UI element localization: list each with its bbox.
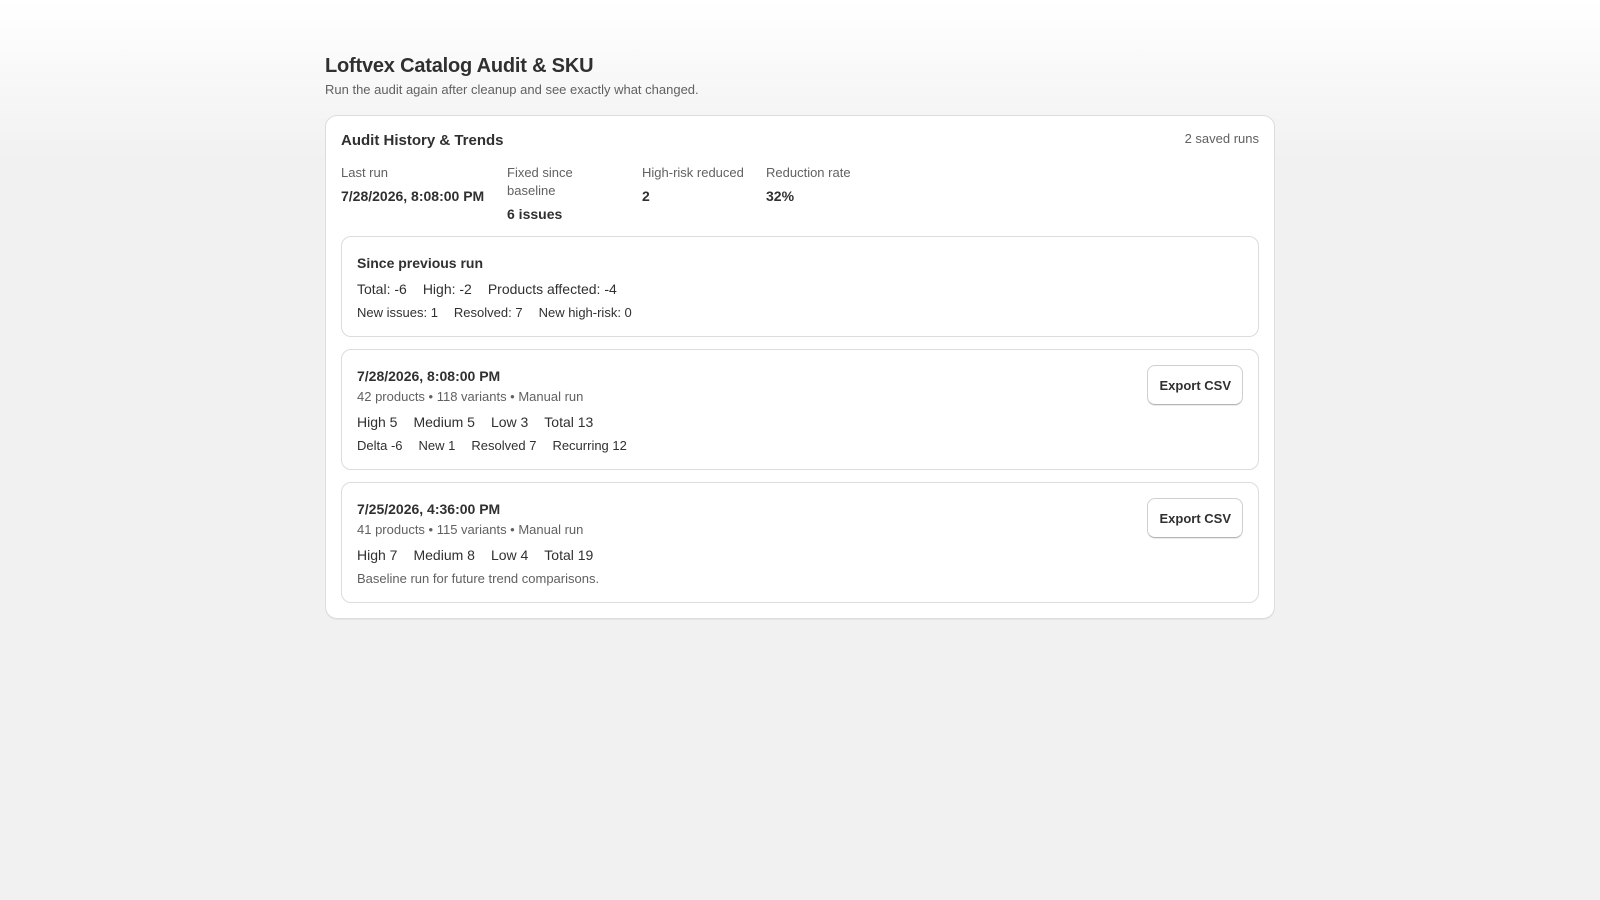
run-meta: 41 products • 115 variants • Manual run	[357, 522, 584, 537]
high-delta: High: -2	[422, 281, 472, 297]
products-affected-delta: Products affected: -4	[487, 281, 617, 297]
resolved-count: Resolved: 7	[453, 305, 523, 320]
export-csv-button[interactable]: Export CSV	[1147, 365, 1243, 405]
medium-count: Medium 8	[413, 547, 475, 563]
total-count: Total 13	[544, 414, 594, 430]
delta-summary-row: Total: -6 High: -2 Products affected: -4	[357, 279, 1243, 299]
run-meta: 42 products • 118 variants • Manual run	[357, 389, 584, 404]
stat-fixed-since-baseline: Fixed since baseline 6 issues	[507, 164, 622, 224]
new-value: New 1	[418, 438, 456, 453]
low-count: Low 4	[490, 547, 529, 563]
stat-high-risk-reduced: High-risk reduced 2	[642, 164, 746, 224]
stat-label: Fixed since baseline	[507, 165, 573, 198]
since-previous-run-panel: Since previous run Total: -6 High: -2 Pr…	[341, 236, 1259, 337]
delta-value: Delta -6	[357, 438, 403, 453]
high-count: High 5	[357, 414, 398, 430]
severity-counts-row: High 5 Medium 5 Low 3 Total 13	[357, 412, 1243, 432]
stat-label: Reduction rate	[766, 165, 851, 180]
baseline-note: Baseline run for future trend comparison…	[357, 571, 600, 586]
export-csv-button[interactable]: Export CSV	[1147, 498, 1243, 538]
card-title: Audit History & Trends	[341, 132, 504, 149]
run-date: 7/28/2026, 8:08:00 PM	[357, 368, 501, 384]
stat-value: 32%	[766, 188, 795, 204]
run-entry: 7/28/2026, 8:08:00 PM 42 products • 118 …	[341, 349, 1259, 470]
run-date: 7/25/2026, 4:36:00 PM	[357, 501, 501, 517]
panel-title: Since previous run	[357, 255, 484, 271]
trend-row: Delta -6 New 1 Resolved 7 Recurring 12	[357, 437, 1243, 455]
low-count: Low 3	[490, 414, 529, 430]
severity-counts-row: High 7 Medium 8 Low 4 Total 19	[357, 545, 1243, 565]
stat-label: High-risk reduced	[642, 165, 744, 180]
new-high-risk-count: New high-risk: 0	[538, 305, 632, 320]
page-title: Loftvex Catalog Audit & SKU	[325, 55, 594, 77]
stat-value: 7/28/2026, 8:08:00 PM	[341, 188, 485, 204]
page-subtitle: Run the audit again after cleanup and se…	[325, 82, 699, 97]
new-issues-count: New issues: 1	[357, 305, 438, 320]
resolved-value: Resolved 7	[471, 438, 537, 453]
stat-label: Last run	[341, 165, 388, 180]
card-header: Audit History & Trends 2 saved runs	[341, 130, 1259, 152]
change-detail-row: New issues: 1 Resolved: 7 New high-risk:…	[357, 304, 1243, 322]
total-count: Total 19	[544, 547, 594, 563]
medium-count: Medium 5	[413, 414, 475, 430]
recurring-value: Recurring 12	[552, 438, 627, 453]
run-entry: 7/25/2026, 4:36:00 PM 41 products • 115 …	[341, 482, 1259, 603]
saved-runs-count: 2 saved runs	[1184, 131, 1259, 146]
stat-last-run: Last run 7/28/2026, 8:08:00 PM	[341, 164, 487, 224]
total-delta: Total: -6	[357, 281, 407, 297]
page-container: Loftvex Catalog Audit & SKU Run the audi…	[325, 52, 1275, 619]
stat-value: 2	[642, 188, 650, 204]
high-count: High 7	[357, 547, 398, 563]
summary-stats: Last run 7/28/2026, 8:08:00 PM Fixed sin…	[341, 164, 1259, 224]
audit-history-card: Audit History & Trends 2 saved runs Last…	[325, 115, 1275, 619]
stat-reduction-rate: Reduction rate 32%	[766, 164, 851, 224]
stat-value: 6 issues	[507, 206, 563, 222]
